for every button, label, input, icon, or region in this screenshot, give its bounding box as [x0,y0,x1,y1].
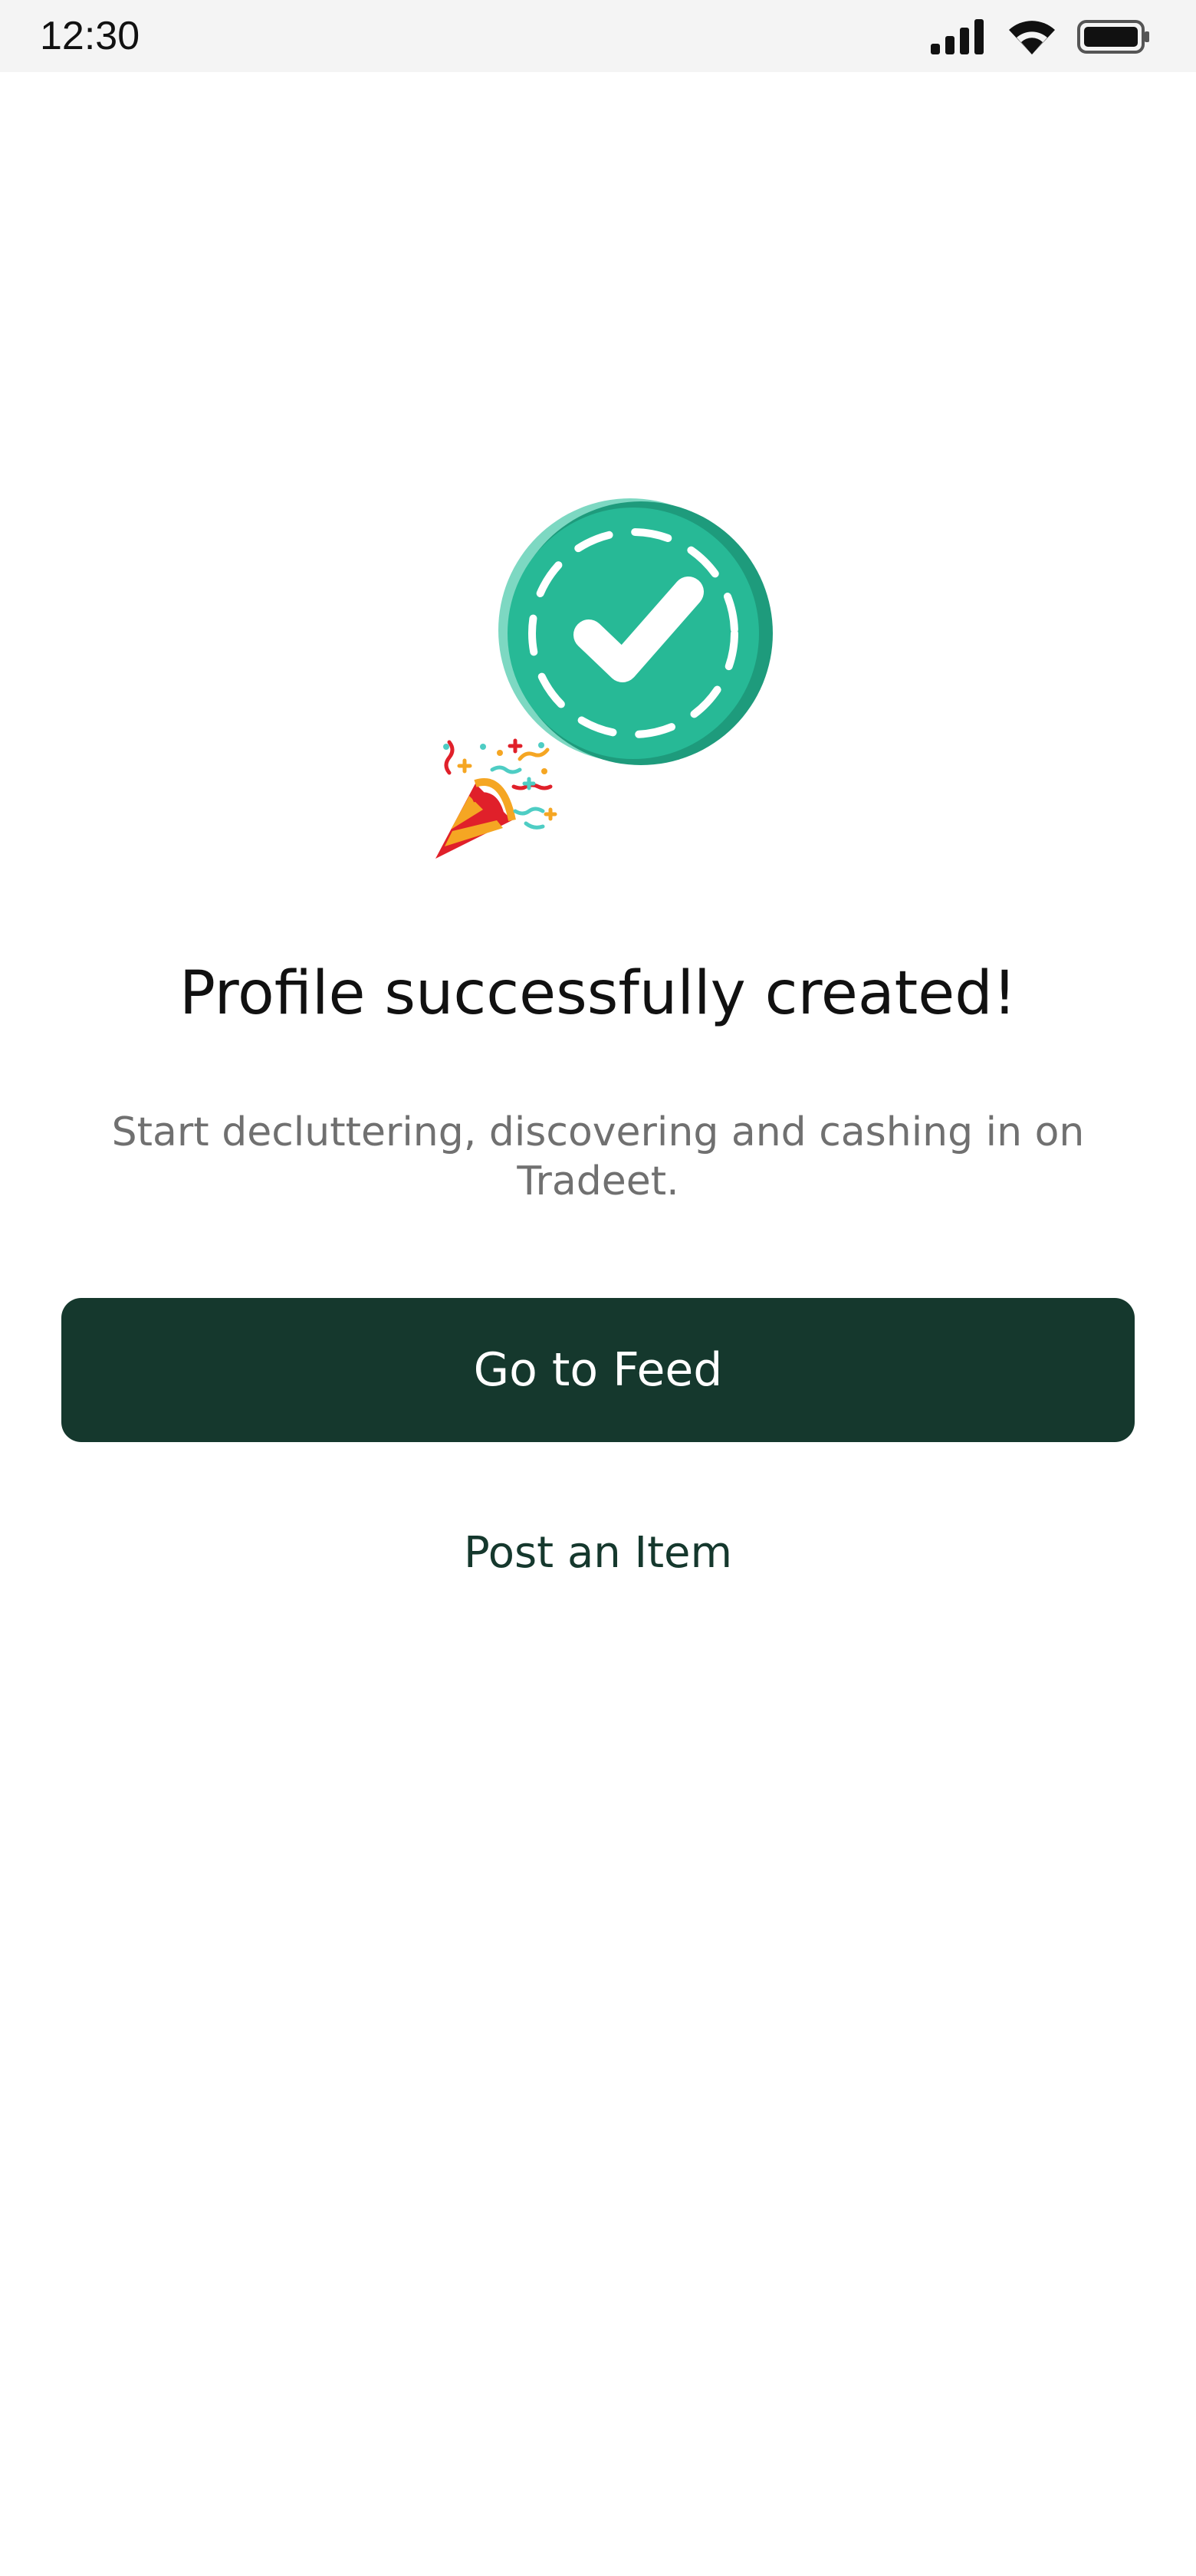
status-icons [929,15,1152,58]
signal-icon [931,19,984,54]
party-popper-icon [435,738,557,859]
status-bar: 12:30 [0,0,1196,72]
battery-icon [1077,20,1149,54]
success-illustration [435,498,773,859]
check-circle-icon [498,498,773,765]
go-to-feed-button[interactable]: Go to Feed [61,1298,1135,1442]
wifi-icon [1009,21,1055,55]
post-item-link[interactable]: Post an Item [445,1518,751,1587]
page-subtitle: Start decluttering, discovering and cash… [111,1109,1085,1204]
page-title: Profile successfully created! [179,959,1017,1028]
status-time: 12:30 [40,14,140,58]
